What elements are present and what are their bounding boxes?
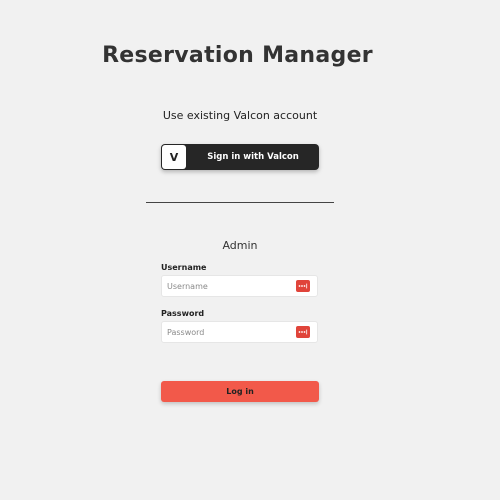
valcon-logo-letter: V	[169, 150, 179, 164]
login-page: Reservation Manager Use existing Valcon …	[0, 0, 500, 500]
password-field	[161, 321, 318, 343]
username-input[interactable]	[162, 276, 295, 296]
sso-button-label: Sign in with Valcon	[207, 152, 299, 162]
sign-in-with-valcon-button[interactable]: V Sign in with Valcon	[161, 144, 319, 170]
log-in-button[interactable]: Log in	[161, 381, 319, 402]
valcon-logo-icon: V	[162, 145, 186, 169]
admin-heading: Admin	[222, 239, 258, 252]
password-manager-icon[interactable]	[296, 280, 310, 292]
password-manager-icon-glyph	[298, 283, 308, 289]
page-title: Reservation Manager	[102, 43, 373, 68]
sso-prompt: Use existing Valcon account	[162, 109, 318, 122]
username-label: Username	[161, 263, 207, 272]
username-field	[161, 275, 318, 297]
password-manager-icon-glyph	[298, 329, 308, 335]
divider	[146, 202, 334, 203]
password-manager-icon[interactable]	[296, 326, 310, 338]
password-label: Password	[161, 309, 205, 318]
password-input[interactable]	[162, 322, 295, 342]
